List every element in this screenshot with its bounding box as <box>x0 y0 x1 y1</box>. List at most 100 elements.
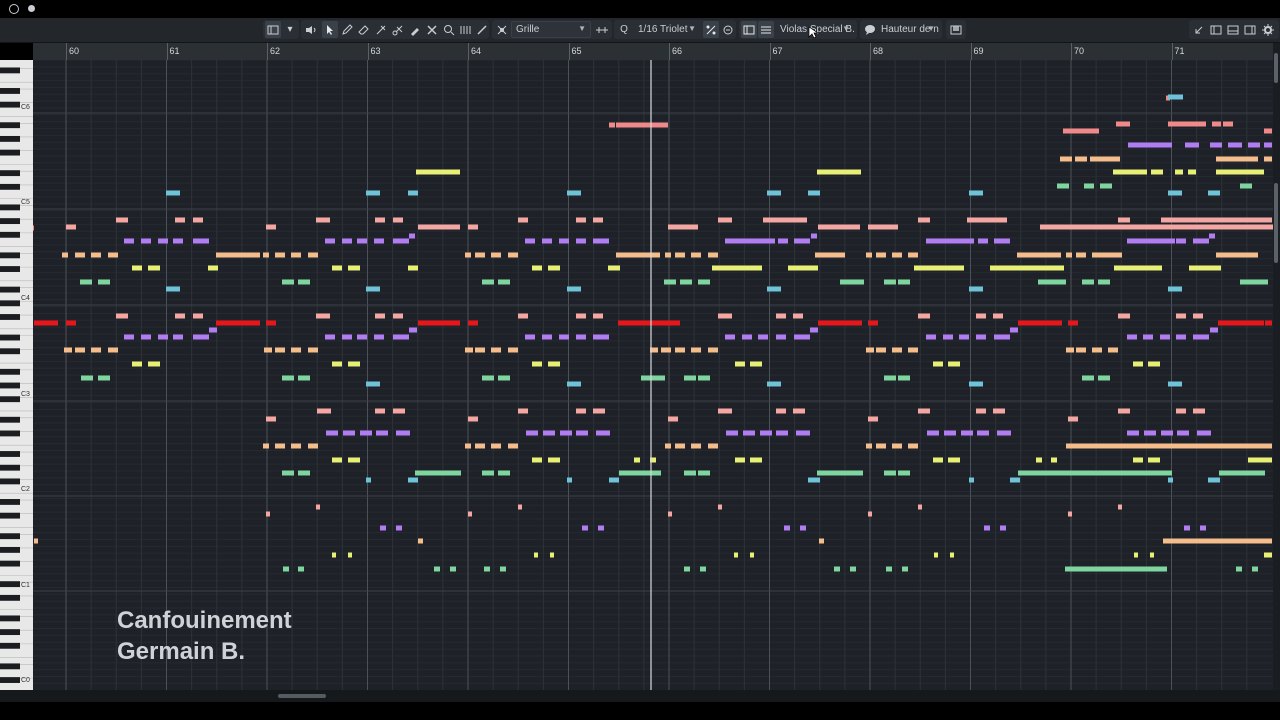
midi-note[interactable] <box>834 566 840 572</box>
midi-note[interactable] <box>668 416 678 422</box>
midi-note[interactable] <box>1168 286 1182 292</box>
midi-note[interactable] <box>1133 361 1143 367</box>
midi-note[interactable] <box>548 457 560 463</box>
midi-note[interactable] <box>884 470 896 476</box>
midi-note[interactable] <box>357 238 367 244</box>
midi-note[interactable] <box>518 313 528 319</box>
midi-note[interactable] <box>1084 183 1094 189</box>
midi-note[interactable] <box>282 279 294 285</box>
midi-note[interactable] <box>668 224 698 230</box>
black-key[interactable] <box>0 478 20 485</box>
vertical-scroll-thumb[interactable] <box>1274 183 1278 263</box>
black-key[interactable] <box>0 122 20 129</box>
black-key[interactable] <box>0 300 20 307</box>
black-key[interactable] <box>0 382 20 389</box>
midi-note[interactable] <box>994 334 1010 340</box>
midi-note[interactable] <box>1228 142 1242 148</box>
midi-note[interactable] <box>275 252 285 258</box>
midi-note[interactable] <box>332 457 342 463</box>
midi-note[interactable] <box>332 361 342 367</box>
midi-note[interactable] <box>409 233 415 239</box>
midi-note[interactable] <box>1127 334 1137 340</box>
midi-note[interactable] <box>1176 334 1186 340</box>
midi-note[interactable] <box>1168 381 1182 387</box>
midi-note[interactable] <box>393 238 409 244</box>
midi-note[interactable] <box>665 443 671 449</box>
midi-note[interactable] <box>175 217 185 223</box>
midi-note[interactable] <box>518 217 528 223</box>
midi-note[interactable] <box>1161 430 1173 436</box>
eraser-icon[interactable] <box>356 21 372 38</box>
midi-note[interactable] <box>116 217 128 223</box>
midi-note[interactable] <box>98 375 110 381</box>
midi-note[interactable] <box>908 443 918 449</box>
midi-note[interactable] <box>698 279 710 285</box>
midi-note[interactable] <box>173 334 183 340</box>
midi-note[interactable] <box>317 408 331 414</box>
midi-note[interactable] <box>892 252 902 258</box>
midi-note[interactable] <box>808 190 820 196</box>
midi-note[interactable] <box>969 477 974 483</box>
midi-note[interactable] <box>1236 566 1242 572</box>
midi-note[interactable] <box>166 190 180 196</box>
midi-note[interactable] <box>1114 265 1162 271</box>
note-grid[interactable] <box>33 60 1273 690</box>
midi-note[interactable] <box>868 224 898 230</box>
midi-note[interactable] <box>1168 121 1206 127</box>
midi-note[interactable] <box>902 566 908 572</box>
midi-note[interactable] <box>532 457 542 463</box>
midi-note[interactable] <box>892 347 902 353</box>
midi-note[interactable] <box>1212 121 1221 127</box>
midi-note[interactable] <box>418 320 460 326</box>
midi-note[interactable] <box>1060 156 1072 162</box>
midi-note[interactable] <box>1248 457 1272 463</box>
midi-note[interactable] <box>868 416 878 422</box>
midi-note[interactable] <box>526 430 538 436</box>
midi-note[interactable] <box>1144 430 1156 436</box>
midi-note[interactable] <box>661 347 671 353</box>
black-key[interactable] <box>0 252 20 259</box>
midi-note[interactable] <box>794 334 810 340</box>
midi-note[interactable] <box>818 224 860 230</box>
comp-tool-icon[interactable] <box>457 21 473 38</box>
piano-keyboard[interactable]: C6 C5 C4 C3 C2 C1 C0 <box>0 33 34 718</box>
midi-note[interactable] <box>1176 408 1186 414</box>
midi-note[interactable] <box>1177 430 1189 436</box>
midi-note[interactable] <box>725 238 775 244</box>
glue-icon[interactable] <box>407 21 423 38</box>
lower-zone-icon[interactable] <box>1225 21 1241 38</box>
midi-note[interactable] <box>926 334 936 340</box>
midi-note[interactable] <box>993 408 1005 414</box>
midi-note[interactable] <box>484 566 490 572</box>
midi-note[interactable] <box>1163 538 1272 544</box>
midi-note[interactable] <box>750 457 762 463</box>
midi-note[interactable] <box>1223 121 1233 127</box>
midi-note[interactable] <box>34 538 38 544</box>
black-key[interactable] <box>0 560 20 567</box>
staff-icon[interactable] <box>758 21 774 38</box>
midi-note[interactable] <box>680 279 692 285</box>
midi-note[interactable] <box>1208 477 1220 483</box>
chevron-down-icon[interactable]: ▾ <box>282 21 298 38</box>
midi-note[interactable] <box>116 313 128 319</box>
midi-note[interactable] <box>767 190 781 196</box>
black-key[interactable] <box>0 149 20 156</box>
midi-note[interactable] <box>1197 430 1211 436</box>
midi-note[interactable] <box>193 334 209 340</box>
midi-note[interactable] <box>1193 334 1209 340</box>
midi-note[interactable] <box>1264 156 1272 162</box>
midi-note[interactable] <box>576 408 586 414</box>
black-key[interactable] <box>0 533 20 540</box>
midi-note[interactable] <box>634 457 640 463</box>
midi-note[interactable] <box>348 552 352 558</box>
midi-note[interactable] <box>778 238 788 244</box>
black-key[interactable] <box>0 314 20 320</box>
midi-note[interactable] <box>735 361 745 367</box>
midi-note[interactable] <box>1127 430 1139 436</box>
midi-note[interactable] <box>316 313 330 319</box>
midi-note[interactable] <box>660 320 680 326</box>
midi-note[interactable] <box>132 361 142 367</box>
midi-note[interactable] <box>576 313 586 319</box>
midi-note[interactable] <box>1108 347 1118 353</box>
midi-note[interactable] <box>375 217 385 223</box>
